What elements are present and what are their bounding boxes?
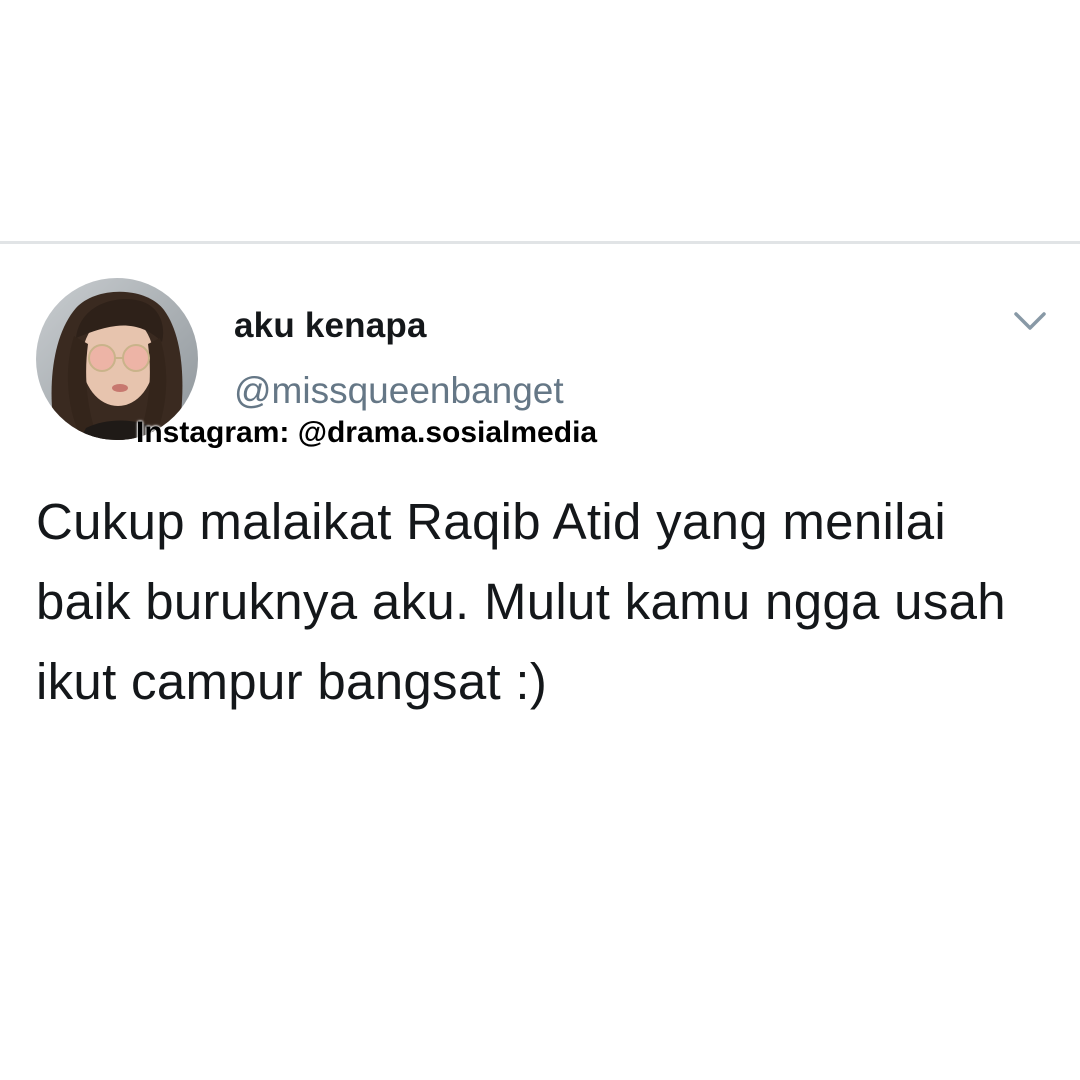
author-display-name[interactable]: aku kenapa bbox=[234, 306, 427, 346]
chevron-down-icon[interactable] bbox=[1008, 304, 1052, 340]
author-handle[interactable]: @missqueenbanget bbox=[234, 370, 564, 412]
tweet-text: Cukup malaikat Raqib Atid yang menilai b… bbox=[36, 493, 1006, 710]
tweet-card: aku kenapa @missqueenbanget Instagram: @… bbox=[0, 244, 1080, 1080]
tweet-screenshot: aku kenapa @missqueenbanget Instagram: @… bbox=[0, 0, 1080, 1080]
top-blank-area bbox=[0, 0, 1080, 241]
watermark-text: Instagram: @drama.sosialmedia bbox=[136, 416, 598, 449]
